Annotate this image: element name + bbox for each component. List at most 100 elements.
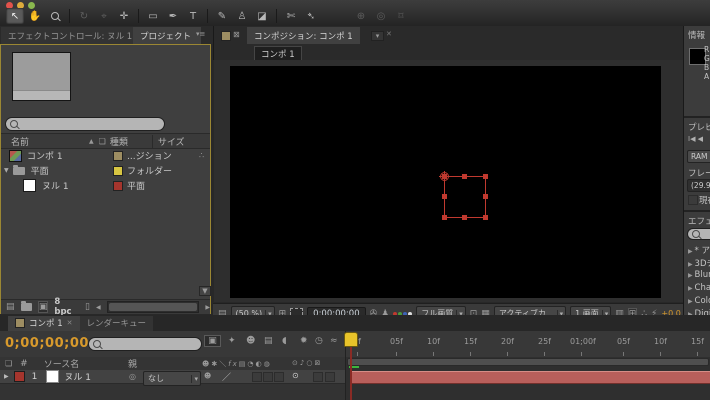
zoom-tool-icon[interactable] — [46, 8, 64, 24]
eraser-tool-icon[interactable]: ◪ — [253, 8, 271, 24]
handle[interactable] — [462, 215, 467, 220]
tab-composition[interactable]: コンポジション: コンポ 1 — [247, 27, 360, 44]
from-current-time-checkbox[interactable] — [688, 195, 698, 205]
horizontal-scrollbar[interactable] — [107, 301, 200, 313]
current-time-indicator-handle[interactable] — [344, 332, 358, 347]
current-time-indicator-line[interactable] — [350, 344, 352, 400]
comp-tab-dropdown-icon[interactable]: ▾ — [371, 31, 384, 41]
lock-icon[interactable]: ⊠ — [233, 30, 240, 39]
switch-cell[interactable] — [263, 372, 273, 382]
tab-render-queue[interactable]: レンダーキュー — [80, 316, 154, 331]
column-parent[interactable]: 親 — [128, 357, 137, 370]
label-column-icon[interactable]: ❏ — [5, 359, 12, 368]
expand-arrow-icon[interactable]: ▼ — [4, 167, 9, 174]
shy-switch-icon[interactable]: ☻ — [204, 372, 211, 380]
transport-controls-icon[interactable]: Ⅰ◀ ◀ — [688, 135, 703, 143]
puppet-pin-tool-icon[interactable]: ➴ — [302, 8, 320, 24]
column-size[interactable]: サイズ — [152, 135, 185, 148]
framerate-value-dropdown[interactable]: (29.97 — [687, 179, 710, 192]
label-color-swatch[interactable] — [113, 151, 123, 161]
item-name[interactable]: ヌル 1 — [42, 179, 69, 192]
handle[interactable] — [483, 215, 488, 220]
sort-asc-icon[interactable]: ▲ — [89, 138, 94, 145]
video-eye-icon[interactable]: ⊙ — [292, 371, 299, 380]
project-column-header[interactable]: 名前 ▲ ❏ 種類 サイズ — [1, 133, 210, 149]
project-search-input[interactable] — [5, 117, 165, 131]
column-name[interactable]: 名前 — [11, 135, 29, 148]
motion-blur-icon[interactable]: ◖ — [282, 336, 287, 346]
item-name[interactable]: コンポ 1 — [27, 149, 63, 162]
project-row-solids-folder[interactable]: ▼ 平面 フォルダー — [1, 163, 210, 178]
effects-category[interactable]: ▶ Blur & — [688, 270, 710, 280]
scroll-left-icon[interactable]: ◀ — [96, 304, 101, 311]
scroll-right-icon[interactable]: ▶ — [205, 304, 210, 311]
bit-depth-button[interactable]: 8 bpc — [54, 297, 79, 317]
pan-behind-tool-icon[interactable]: ✛ — [115, 8, 133, 24]
camera-tool-icon[interactable]: ⌖ — [95, 8, 113, 24]
column-type[interactable]: 種類 — [110, 135, 128, 148]
layer-row-null1[interactable]: ▶ 1 ヌル 1 ◎ なし▾ ☻ ／ ⊙ — [0, 370, 345, 384]
effects-category[interactable]: ▶ Colo — [688, 296, 710, 306]
effects-category[interactable]: ▶ 3Dチ — [688, 257, 710, 269]
timeline-timecode[interactable]: 0;00;00;00 — [5, 336, 89, 351]
column-number[interactable]: # — [20, 359, 28, 369]
close-tab-icon[interactable]: ✕ — [67, 319, 73, 327]
handle[interactable] — [462, 174, 467, 179]
tab-info[interactable]: 情報 — [688, 29, 705, 41]
brainstorm-icon[interactable]: ✹ — [300, 336, 308, 346]
frame-blend-icon[interactable]: ▤ — [264, 336, 273, 346]
anchor-point-icon[interactable] — [440, 172, 449, 181]
handle[interactable] — [442, 194, 447, 199]
new-composition-icon[interactable]: ▣ — [38, 301, 49, 313]
scrollbar-down-icon[interactable]: ▼ — [199, 286, 211, 296]
parent-dropdown[interactable]: なし▾ — [143, 371, 201, 386]
auto-keyframe-icon[interactable]: ◷ — [315, 336, 323, 346]
graph-editor-icon[interactable]: ≈ — [330, 336, 338, 346]
timeline-search-input[interactable] — [88, 337, 202, 351]
layer-duration-bar[interactable] — [352, 371, 710, 384]
null-object-selection[interactable] — [444, 176, 486, 218]
trash-icon[interactable]: ▯ — [85, 302, 90, 312]
layer-expand-icon[interactable]: ▶ — [4, 373, 9, 380]
work-area-bar[interactable] — [347, 358, 709, 366]
tab-effects-presets[interactable]: エフェ — [688, 215, 710, 227]
mask-shape-tool-icon[interactable]: ▭ — [144, 8, 162, 24]
clone-stamp-tool-icon[interactable]: ♙ — [233, 8, 251, 24]
handle[interactable] — [483, 194, 488, 199]
av-cell[interactable] — [313, 372, 323, 382]
layer-label-swatch[interactable] — [14, 371, 25, 382]
handle[interactable] — [442, 215, 447, 220]
label-column-icon[interactable]: ❏ — [99, 137, 106, 146]
rotation-tool-icon[interactable]: ↻ — [75, 8, 93, 24]
time-ruler[interactable]: 0f 05f 10f 15f 20f 25f 01;00f 05f 10f 15… — [345, 331, 710, 357]
shy-layers-icon[interactable]: ☻ — [246, 336, 255, 346]
new-folder-icon[interactable] — [21, 303, 32, 311]
timeline-column-header[interactable]: ❏ # ソース名 親 ☻✱＼fx▤◔◐◍ ⊙♪○⊠ — [0, 357, 345, 371]
handle[interactable] — [483, 174, 488, 179]
parent-pickwhip-icon[interactable]: ◎ — [129, 372, 136, 381]
av-cell[interactable] — [325, 372, 335, 382]
tab-timeline-comp1[interactable]: コンポ 1 ✕ — [8, 316, 80, 331]
switch-cell[interactable] — [274, 372, 284, 382]
panel-menu-icon[interactable]: ▾≡ — [196, 30, 205, 38]
project-row-null1[interactable]: ヌル 1 平面 — [1, 178, 210, 193]
interpret-footage-icon[interactable]: ▤ — [6, 302, 15, 312]
label-color-swatch[interactable] — [113, 166, 123, 176]
roto-brush-tool-icon[interactable]: ✄ — [282, 8, 300, 24]
brush-tool-icon[interactable]: ✎ — [213, 8, 231, 24]
tab-project[interactable]: プロジェクト — [133, 27, 201, 44]
project-row-comp1[interactable]: コンポ 1 ...ジション ∴ — [1, 148, 210, 163]
label-color-swatch[interactable] — [113, 181, 123, 191]
hand-tool-icon[interactable]: ✋ — [26, 8, 44, 24]
selection-tool-icon[interactable]: ↖ — [6, 8, 24, 24]
switch-cell[interactable] — [252, 372, 262, 382]
comp-mini-flowchart-button[interactable]: ▣ — [204, 335, 221, 347]
type-tool-icon[interactable]: T — [184, 8, 202, 24]
layer-name[interactable]: ヌル 1 — [64, 370, 91, 383]
tab-effect-controls[interactable]: エフェクトコントロール: ヌル 1 — [1, 27, 133, 44]
ram-preview-button[interactable]: RAM — [687, 150, 710, 163]
column-source-name[interactable]: ソース名 — [44, 357, 80, 370]
effects-category[interactable]: ▶ * アニ — [688, 244, 710, 256]
pen-tool-icon[interactable]: ✒ — [164, 8, 182, 24]
item-name[interactable]: 平面 — [31, 164, 49, 177]
